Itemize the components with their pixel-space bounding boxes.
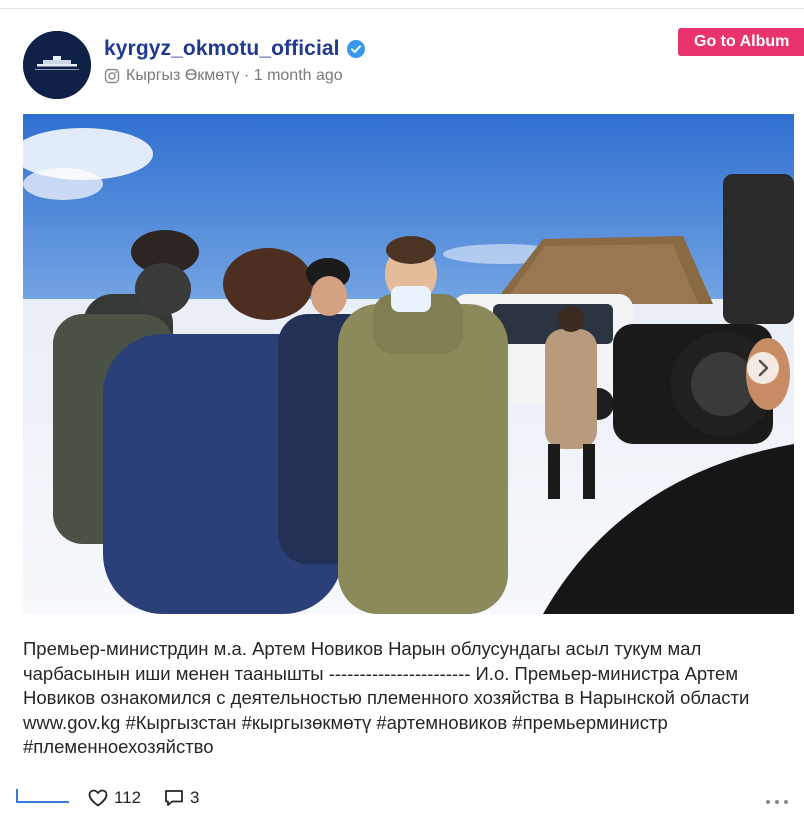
chevron-right-icon [758, 359, 769, 377]
post-photo[interactable] [23, 114, 794, 614]
heart-icon [88, 789, 108, 807]
avatar[interactable] [23, 31, 91, 99]
post-meta: Кыргыз Өкмөтү · 1 month ago [104, 66, 343, 86]
post-time: 1 month ago [253, 67, 343, 84]
go-to-album-button[interactable]: Go to Album [678, 28, 804, 56]
comment-icon [165, 790, 183, 806]
comments-count: 3 [190, 788, 200, 807]
meta-separator: · [239, 67, 254, 84]
top-divider [0, 8, 804, 9]
username-link[interactable]: kyrgyz_okmotu_official [104, 37, 340, 61]
instagram-icon [104, 68, 120, 84]
more-dots-icon[interactable] [762, 794, 792, 804]
footer-bracket [16, 788, 70, 804]
likes-counter[interactable]: 112 [88, 787, 141, 809]
comments-counter[interactable]: 3 [164, 787, 199, 809]
source-name: Кыргыз Өкмөтү [126, 67, 240, 84]
likes-count: 112 [114, 788, 142, 807]
next-photo-button[interactable] [747, 352, 779, 384]
verified-badge-icon [346, 40, 365, 58]
post-caption: Премьер-министрдин м.а. Артем Новиков На… [23, 638, 750, 757]
